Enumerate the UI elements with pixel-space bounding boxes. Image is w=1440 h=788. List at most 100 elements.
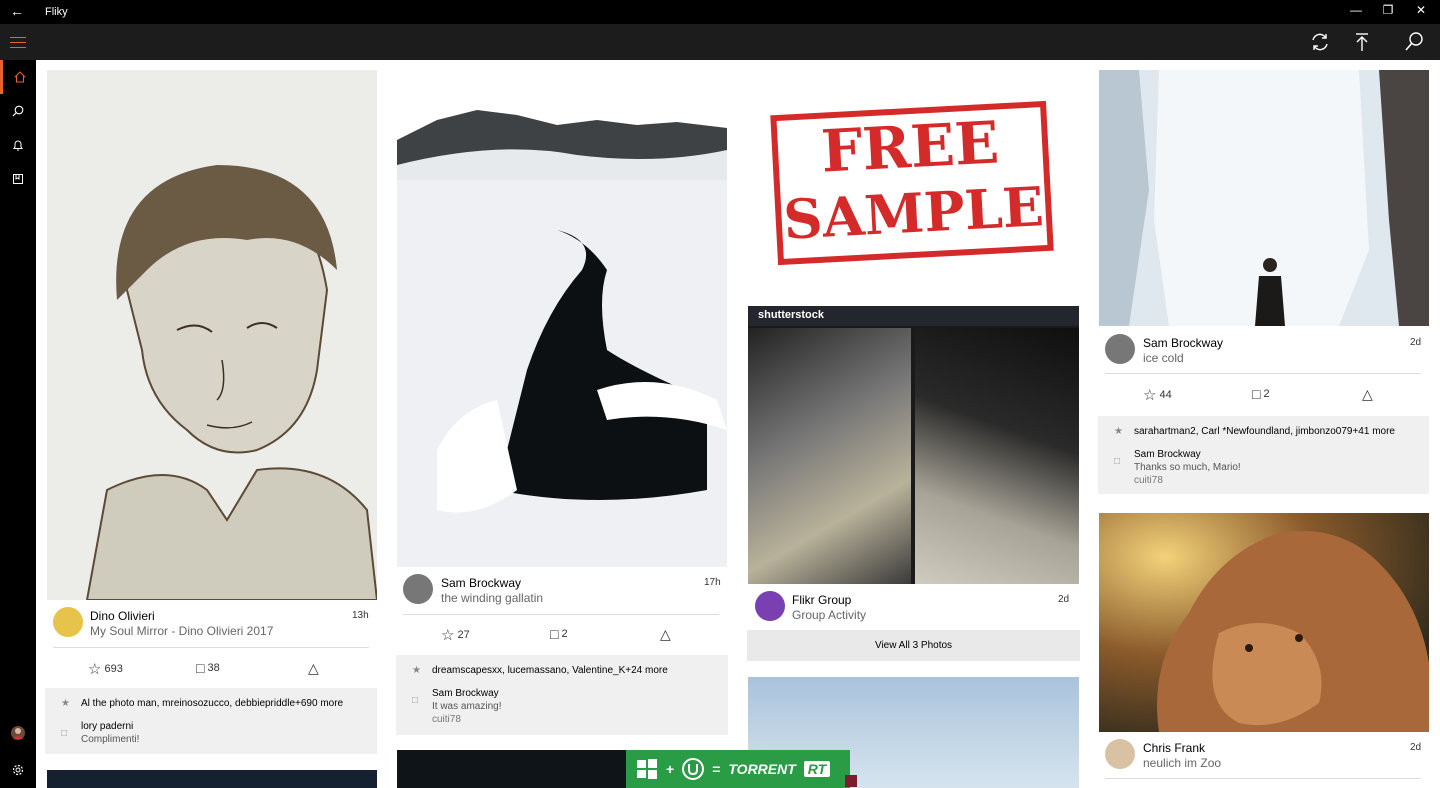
faved-by[interactable]: sarahartman2, Carl *Newfoundland, jimbon… [1134, 426, 1395, 437]
share-icon: △ [660, 626, 671, 642]
fave-button[interactable]: ☆ 44 [1143, 386, 1172, 404]
comment-icon: □ [412, 695, 419, 706]
faved-by[interactable]: Al the photo man, mreinosozucco, debbiep… [81, 698, 343, 709]
view-all-button[interactable]: View All 3 Photos [747, 630, 1080, 661]
nav-profile[interactable] [0, 716, 36, 750]
star-icon: ★ [61, 698, 70, 709]
comment-reply[interactable]: cuiti78 [1134, 475, 1163, 486]
comment-button[interactable]: □ 38 [196, 660, 220, 676]
fave-button[interactable]: ☆ 27 [441, 626, 470, 644]
comment-icon: □ [61, 728, 68, 739]
faved-by[interactable]: dreamscapesxx, lucemassano, Valentine_K+… [432, 665, 668, 676]
nav-groups[interactable] [0, 162, 36, 196]
nav-sidebar [0, 60, 36, 788]
search-icon[interactable] [1403, 31, 1425, 53]
share-button[interactable]: △ [308, 660, 319, 677]
star-icon: ☆ [441, 627, 455, 644]
photo-title: the winding gallatin [441, 591, 544, 605]
back-arrow-icon[interactable]: ← [10, 3, 24, 19]
minimize-icon[interactable]: — [1346, 3, 1366, 17]
close-icon[interactable]: ✕ [1411, 3, 1431, 17]
photo-lion[interactable] [1099, 513, 1429, 732]
comment-text: Complimenti! [81, 734, 140, 745]
title-bar: ← Fliky — ❐ ✕ [0, 0, 1440, 24]
window-title: Fliky [45, 6, 68, 18]
photo-title: Group Activity [792, 608, 867, 622]
photo-title: My Soul Mirror - Dino Olivieri 2017 [90, 624, 274, 638]
comment-text: Thanks so much, Mario! [1134, 462, 1241, 473]
star-icon: ★ [1114, 426, 1123, 437]
comment-text: It was amazing! [432, 701, 502, 712]
comment-author[interactable]: Sam Brockway [1134, 449, 1201, 460]
owner-name[interactable]: Dino Olivieri [90, 609, 155, 623]
owner-name[interactable]: Sam Brockway [1143, 336, 1223, 350]
comment-button[interactable]: □ 2 [550, 626, 568, 642]
activity-panel: ★ sarahartman2, Carl *Newfoundland, jimb… [1098, 416, 1429, 494]
photo-title: neulich im Zoo [1143, 756, 1222, 770]
torrent-ad-banner[interactable]: + = TORRENT RT [626, 750, 850, 788]
refresh-icon[interactable] [1309, 31, 1331, 53]
avatar[interactable] [755, 591, 785, 621]
photo-boy-sketch[interactable] [47, 70, 377, 600]
owner-name[interactable]: Chris Frank [1143, 741, 1205, 755]
bell-icon [13, 140, 23, 151]
nav-search[interactable] [0, 94, 36, 128]
photo-winding-gallatin[interactable] [397, 70, 727, 567]
activity-panel: ★ dreamscapesxx, lucemassano, Valentine_… [396, 655, 728, 735]
hamburger-menu-icon[interactable] [10, 37, 26, 48]
photo-age: 2d [1058, 594, 1070, 605]
upload-icon[interactable] [1351, 31, 1373, 53]
owner-name[interactable]: Sam Brockway [441, 576, 521, 590]
photo-group-collage[interactable]: shutterstock [748, 306, 1079, 584]
photo-title: ice cold [1143, 351, 1184, 365]
photo-ice-cold[interactable] [1099, 70, 1429, 326]
divider [53, 647, 369, 648]
torrent-label: TORRENT [728, 761, 796, 777]
comment-author[interactable]: lory paderni [81, 721, 133, 732]
fave-count: 27 [457, 629, 470, 641]
star-icon: ☆ [1143, 387, 1157, 404]
avatar-icon [11, 726, 25, 740]
avatar[interactable] [1105, 334, 1135, 364]
comment-count: 2 [561, 628, 568, 640]
restore-icon[interactable]: ❐ [1378, 3, 1398, 17]
search-icon [12, 105, 24, 117]
activity-panel: ★ Al the photo man, mreinosozucco, debbi… [45, 688, 377, 754]
plus-sign: + [666, 761, 675, 777]
comment-button[interactable]: □ 2 [1252, 386, 1270, 402]
windows-logo-icon [637, 759, 657, 779]
star-icon: ★ [412, 665, 421, 676]
share-button[interactable]: △ [660, 626, 671, 643]
comment-count: 2 [1263, 388, 1270, 400]
free-sample-line2: SAMPLE [781, 174, 1046, 252]
avatar[interactable] [53, 607, 83, 637]
fave-button[interactable]: ☆ 693 [88, 660, 123, 678]
shutterstock-label: shutterstock [758, 309, 825, 321]
share-button[interactable]: △ [1362, 386, 1373, 403]
comment-reply[interactable]: cuiti78 [432, 714, 461, 725]
photo-age: 13h [352, 610, 369, 621]
rt-badge: RT [803, 761, 831, 777]
avatar[interactable] [1105, 739, 1135, 769]
divider [1105, 373, 1421, 374]
avatar[interactable] [403, 574, 433, 604]
comment-author[interactable]: Sam Brockway [432, 688, 499, 699]
nav-notifications[interactable] [0, 128, 36, 162]
divider [403, 614, 719, 615]
command-bar [0, 24, 1440, 60]
nav-home[interactable] [0, 60, 36, 94]
share-icon: △ [1362, 386, 1373, 402]
book-icon [13, 174, 23, 184]
home-icon [14, 71, 25, 83]
divider [1105, 778, 1421, 779]
fave-count: 693 [104, 663, 123, 675]
photo-age: 17h [704, 577, 721, 588]
photo-free-sample[interactable]: FREE SAMPLE [748, 70, 1080, 302]
share-icon: △ [308, 660, 319, 676]
close-ad-icon[interactable] [845, 775, 857, 787]
photo-next[interactable] [47, 770, 377, 788]
fave-count: 44 [1159, 389, 1172, 401]
owner-name[interactable]: Flikr Group [792, 593, 851, 607]
nav-settings[interactable] [0, 753, 36, 787]
comment-icon: □ [1252, 386, 1261, 402]
